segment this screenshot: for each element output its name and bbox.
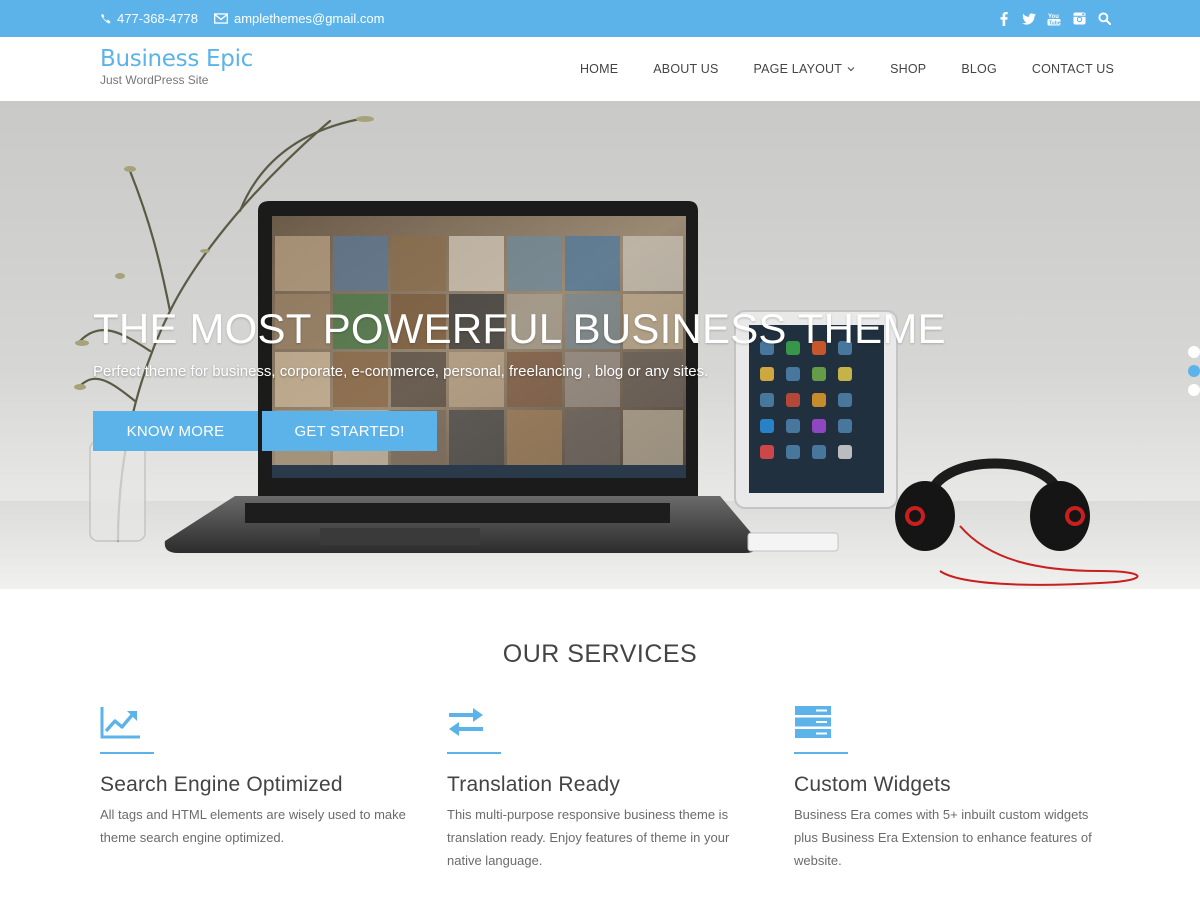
slider-dot-1[interactable] [1188, 346, 1200, 358]
get-started-button[interactable]: GET STARTED! [262, 411, 437, 451]
site-header: Business Epic Just WordPress Site HOME A… [0, 37, 1200, 101]
nav-item-home[interactable]: HOME [580, 62, 618, 76]
top-bar: 477-368-4778 amplethemes@gmail.com You Tu… [0, 0, 1200, 37]
search-icon [1097, 12, 1111, 25]
phone-icon [101, 13, 111, 24]
svg-text:Tube: Tube [1049, 20, 1061, 26]
nav-item-about-us[interactable]: ABOUT US [653, 62, 718, 76]
social-links: You Tube [991, 0, 1116, 37]
service-description: This multi-purpose responsive business t… [447, 807, 730, 868]
service-title: Translation Ready [447, 773, 621, 796]
email-contact[interactable]: amplethemes@gmail.com [214, 11, 384, 26]
site-branding: Business Epic Just WordPress Site [100, 45, 253, 87]
service-description: Business Era comes with 5+ inbuilt custo… [794, 807, 1092, 868]
service-title: Search Engine Optimized [100, 773, 343, 796]
phone-contact[interactable]: 477-368-4778 [100, 11, 198, 26]
facebook-link[interactable] [992, 7, 1016, 31]
know-more-button[interactable]: KNOW MORE [93, 411, 258, 451]
nav-item-page-layout[interactable]: PAGE LAYOUT [754, 62, 856, 76]
site-title[interactable]: Business Epic [100, 45, 253, 73]
slider-pagination [1188, 346, 1200, 403]
nav-label: ABOUT US [653, 62, 719, 76]
slider-dot-2[interactable] [1188, 365, 1200, 377]
facebook-icon [1000, 11, 1008, 26]
slider-dot-3[interactable] [1188, 384, 1200, 396]
hero-slider: THE MOST POWERFUL BUSINESS THEME Perfect… [0, 101, 1200, 589]
youtube-icon: YouTube [1047, 14, 1061, 26]
services-heading: OUR SERVICES [502, 640, 698, 668]
instagram-link[interactable] [1067, 7, 1091, 31]
search-toggle[interactable] [1092, 7, 1116, 31]
phone-number: 477-368-4778 [117, 11, 198, 26]
nav-label: SHOP [890, 62, 927, 76]
contact-info: 477-368-4778 amplethemes@gmail.com [100, 0, 400, 37]
twitter-link[interactable] [1017, 7, 1041, 31]
main-navigation: HOME ABOUT US PAGE LAYOUT SHOP BLOG CONT… [545, 37, 1114, 101]
line-chart-icon [100, 707, 140, 739]
envelope-icon [214, 13, 228, 24]
service-divider [447, 752, 501, 754]
service-divider [100, 752, 154, 754]
server-icon [795, 706, 831, 738]
nav-label: BLOG [961, 62, 997, 76]
youtube-link[interactable]: You Tube [1042, 7, 1066, 31]
service-card: Translation Ready This multi-purpose res… [447, 705, 767, 872]
site-tagline: Just WordPress Site [100, 73, 209, 87]
service-divider [794, 752, 848, 754]
service-card: Custom Widgets Business Era comes with 5… [794, 705, 1114, 872]
nav-label: PAGE LAYOUT [753, 62, 843, 76]
service-description: All tags and HTML elements are wisely us… [100, 807, 406, 845]
hero-title: THE MOST POWERFUL BUSINESS THEME [93, 305, 946, 352]
email-address: amplethemes@gmail.com [233, 11, 385, 26]
exchange-arrows-icon [449, 708, 483, 736]
service-card: Search Engine Optimized All tags and HTM… [100, 705, 420, 849]
nav-item-contact-us[interactable]: CONTACT US [1032, 62, 1114, 76]
nav-label: CONTACT US [1031, 62, 1114, 76]
chevron-down-icon [847, 67, 855, 72]
instagram-icon [1072, 12, 1086, 25]
twitter-icon [1022, 12, 1036, 25]
hero-subtitle: Perfect theme for business, corporate, e… [93, 363, 709, 380]
nav-item-blog[interactable]: BLOG [961, 62, 997, 76]
nav-label: HOME [579, 62, 619, 76]
nav-item-shop[interactable]: SHOP [890, 62, 926, 76]
service-title: Custom Widgets [794, 773, 951, 796]
